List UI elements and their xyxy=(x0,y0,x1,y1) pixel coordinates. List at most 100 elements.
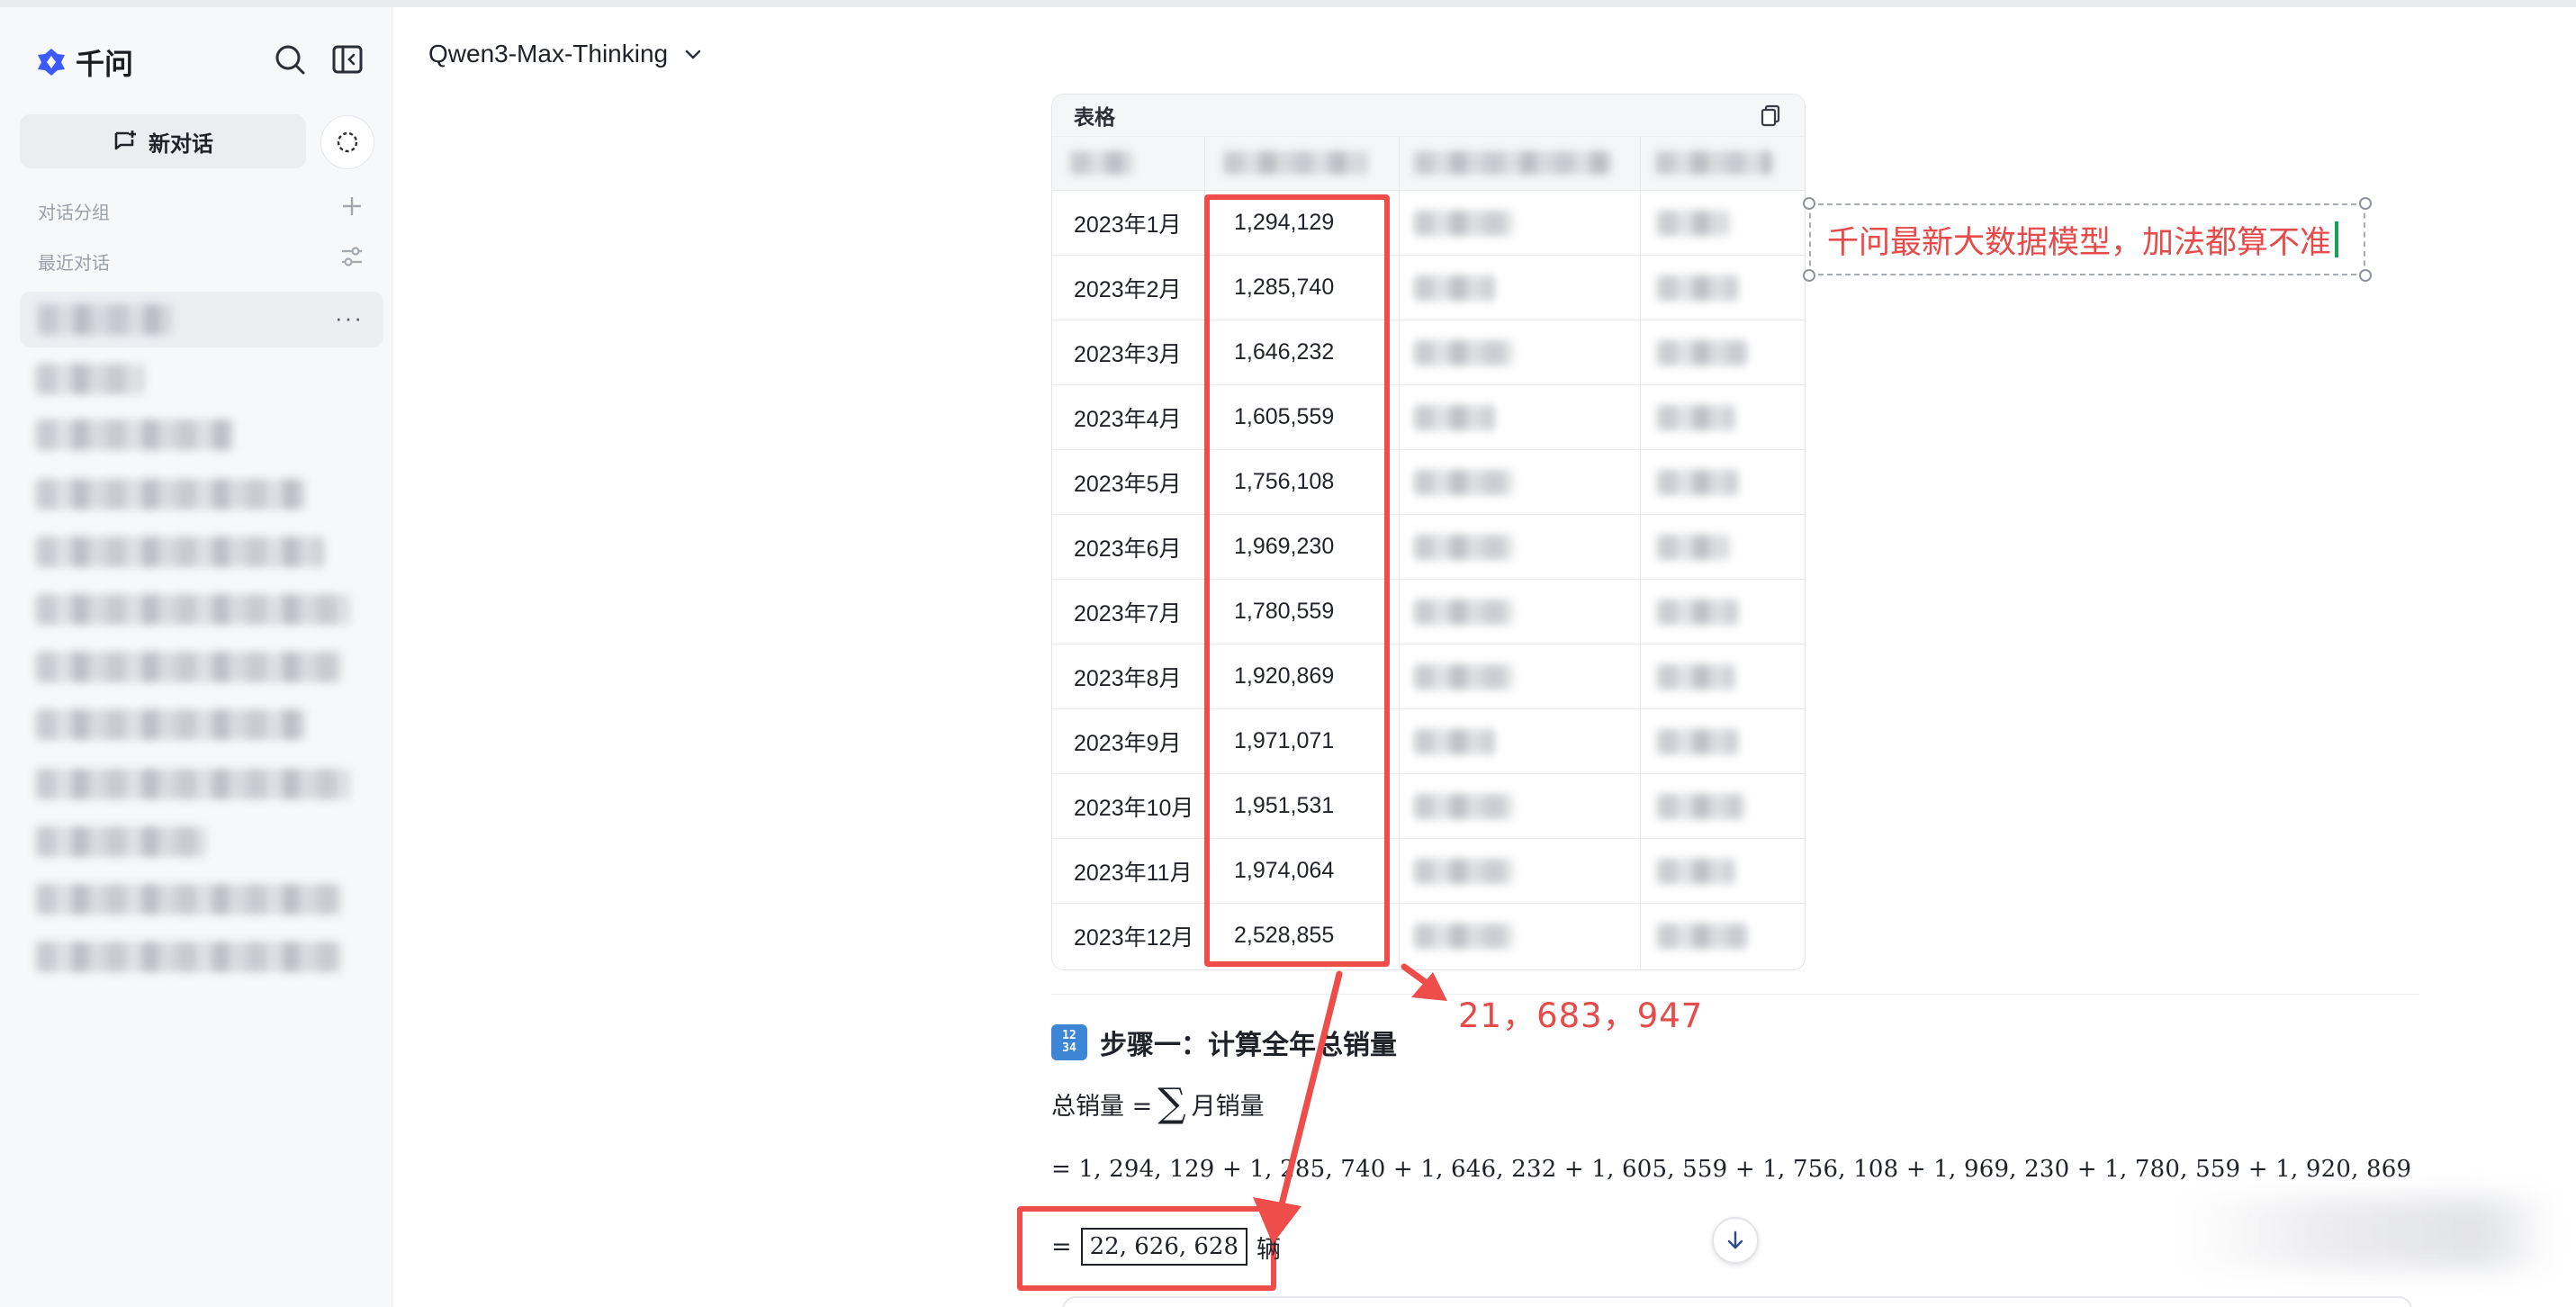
model-selector[interactable]: Qwen3-Max-Thinking xyxy=(428,40,704,68)
history-item[interactable] xyxy=(36,942,342,972)
table-cell-redacted xyxy=(1641,579,1805,644)
table-cell-redacted xyxy=(1400,320,1641,384)
table-cell-month: 2023年5月 xyxy=(1052,449,1205,514)
annotation-text: 千问最新大数据模型，加法都算不准 xyxy=(1827,224,2332,261)
table-cell-redacted xyxy=(1400,190,1641,255)
column-header-redacted xyxy=(1641,137,1805,190)
section-divider xyxy=(1051,994,2419,995)
table-cell-redacted xyxy=(1400,773,1641,838)
text-caret xyxy=(2335,221,2339,257)
correct-sum-annotation: 21，683，947 xyxy=(1458,996,1704,1035)
groups-label: 对话分组 xyxy=(38,202,110,223)
sidebar: 千问 新对话 对话分组 最近对话 ··· xyxy=(0,7,392,1307)
table-cell-redacted xyxy=(1641,903,1805,968)
table-cell-month: 2023年12月 xyxy=(1052,903,1205,968)
step-heading-text: 步骤一：计算全年总销量 xyxy=(1100,1030,1397,1061)
table-cell-redacted xyxy=(1400,838,1641,903)
chevron-down-icon xyxy=(685,50,701,59)
history-item[interactable] xyxy=(36,419,234,450)
more-options-icon[interactable]: ··· xyxy=(335,304,364,332)
copy-icon[interactable] xyxy=(1758,103,1783,128)
table-cell-redacted xyxy=(1400,644,1641,708)
table-column-headers xyxy=(1052,136,1805,190)
brand-logo[interactable]: 千问 xyxy=(36,41,133,83)
redacted-area xyxy=(2178,1197,2556,1269)
data-table: 表格 2023年1月 1,294,129 2023年2月 1,285,740 2023年… xyxy=(1051,94,1806,970)
filter-icon[interactable] xyxy=(338,243,365,270)
add-group-icon[interactable] xyxy=(338,193,365,220)
scroll-to-bottom-button[interactable] xyxy=(1712,1217,1759,1264)
table-cell-redacted xyxy=(1400,903,1641,968)
brand-name: 千问 xyxy=(76,47,134,81)
collapse-sidebar-icon[interactable] xyxy=(329,41,365,77)
column-header-redacted xyxy=(1205,137,1400,190)
arrow-to-correct-sum xyxy=(1401,963,1447,1001)
table-cell-month: 2023年8月 xyxy=(1052,644,1205,708)
history-item[interactable] xyxy=(36,364,144,394)
recent-label: 最近对话 xyxy=(38,252,110,274)
table-cell-month: 2023年2月 xyxy=(1052,255,1205,320)
result-value-boxed: 22, 626, 628 xyxy=(1080,1228,1248,1266)
new-chat-label: 新对话 xyxy=(149,131,213,157)
table-cell-month: 2023年10月 xyxy=(1052,773,1205,838)
table-cell-month: 2023年11月 xyxy=(1052,838,1205,903)
redacted-title xyxy=(38,304,173,335)
column-header-redacted xyxy=(1400,137,1641,190)
table-cell-redacted xyxy=(1641,514,1805,579)
table-cell-redacted xyxy=(1641,773,1805,838)
history-item[interactable] xyxy=(36,769,351,799)
arrow-down-icon xyxy=(1727,1230,1743,1249)
table-cell-month: 2023年3月 xyxy=(1052,320,1205,384)
model-name: Qwen3-Max-Thinking xyxy=(428,40,669,68)
history-item[interactable] xyxy=(36,709,306,740)
chat-input-box[interactable] xyxy=(1062,1296,2412,1307)
result-unit: 辆 xyxy=(1256,1235,1282,1264)
history-item[interactable] xyxy=(36,479,306,509)
window-top-strip xyxy=(0,0,2576,7)
history-item[interactable] xyxy=(36,826,207,857)
resize-handle[interactable] xyxy=(2359,197,2372,210)
table-cell-redacted xyxy=(1641,384,1805,449)
table-cell-redacted xyxy=(1641,449,1805,514)
table-body: 2023年1月 1,294,129 2023年2月 1,285,740 2023年3月 1… xyxy=(1052,190,1805,968)
table-cell-month: 2023年6月 xyxy=(1052,514,1205,579)
formula-total-definition: 总销量 = ∑ 月销量 xyxy=(1051,1080,1265,1126)
history-item[interactable] xyxy=(36,594,351,625)
table-cell-redacted xyxy=(1400,384,1641,449)
table-cell-redacted xyxy=(1641,320,1805,384)
table-cell-redacted xyxy=(1400,449,1641,514)
resize-handle[interactable] xyxy=(2359,269,2372,282)
table-cell-month: 2023年7月 xyxy=(1052,579,1205,644)
arrow-to-result xyxy=(1253,970,1343,1244)
table-cell-month: 2023年4月 xyxy=(1052,384,1205,449)
numbers-emoji-icon: 12 34 xyxy=(1051,1024,1087,1060)
resize-handle[interactable] xyxy=(1803,197,1815,210)
new-chat-icon xyxy=(114,131,136,150)
table-cell-redacted xyxy=(1641,190,1805,255)
table-cell-redacted xyxy=(1400,255,1641,320)
table-cell-redacted xyxy=(1641,644,1805,708)
history-item[interactable] xyxy=(36,884,342,915)
qwen-logo-icon xyxy=(38,49,65,76)
table-title: 表格 xyxy=(1074,106,1115,130)
table-cell-redacted xyxy=(1400,579,1641,644)
table-cell-redacted xyxy=(1400,708,1641,773)
history-item[interactable] xyxy=(36,536,324,567)
history-item[interactable] xyxy=(36,652,342,682)
history-toggle-button[interactable] xyxy=(320,115,374,169)
chat-bubble-dashed-icon xyxy=(337,131,358,153)
table-cell-month: 2023年1月 xyxy=(1052,190,1205,255)
table-cell-redacted xyxy=(1400,514,1641,579)
table-cell-redacted xyxy=(1641,838,1805,903)
history-item-active[interactable]: ··· xyxy=(20,292,383,347)
column-header-redacted xyxy=(1052,137,1205,190)
table-cell-redacted xyxy=(1641,708,1805,773)
sales-column-highlight-box xyxy=(1204,194,1390,967)
search-icon[interactable] xyxy=(272,41,308,77)
table-cell-redacted xyxy=(1641,255,1805,320)
annotation-textbox[interactable]: 千问最新大数据模型，加法都算不准 xyxy=(1809,203,2365,275)
sigma-symbol: ∑ xyxy=(1157,1080,1186,1126)
resize-handle[interactable] xyxy=(1803,269,1815,282)
table-header-bar: 表格 xyxy=(1052,95,1805,136)
new-chat-button[interactable]: 新对话 xyxy=(20,114,306,168)
